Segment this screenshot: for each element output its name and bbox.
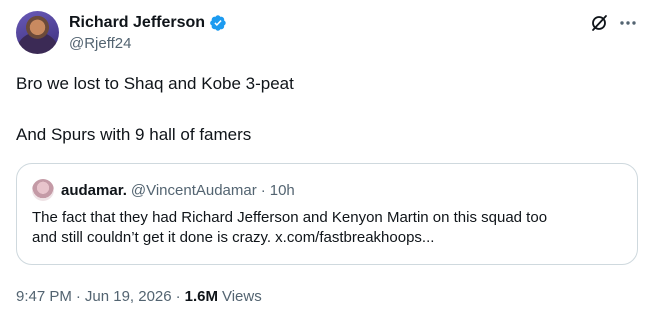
- meta-separator-1: ·: [75, 288, 81, 305]
- views-count[interactable]: 1.6M: [185, 287, 218, 307]
- author-handle[interactable]: @Rjeff24: [69, 34, 131, 54]
- quoted-author-avatar[interactable]: [32, 179, 54, 201]
- views-label: Views: [221, 288, 262, 305]
- grok-icon[interactable]: [589, 13, 609, 33]
- quoted-display-name: audamar.: [61, 181, 127, 199]
- tweet-text-line-2: And Spurs with 9 hall of famers: [16, 125, 252, 144]
- more-icon[interactable]: [618, 13, 638, 33]
- tweet-text-line-1: Bro we lost to Shaq and Kobe 3-peat: [16, 74, 294, 93]
- quoted-text-line-2: and still couldn’t get it done is crazy.…: [32, 229, 435, 246]
- author-name-row: Richard Jefferson: [69, 12, 227, 34]
- meta-separator-2: ·: [175, 288, 181, 305]
- tweet-card: Richard Jefferson @Rjeff24 Bro we lost t…: [0, 0, 655, 312]
- quoted-tweet[interactable]: audamar. @VincentAudamar · 10h The fact …: [16, 163, 638, 265]
- author-display-name[interactable]: Richard Jefferson: [69, 13, 205, 33]
- author-avatar[interactable]: [16, 11, 59, 54]
- tweet-time[interactable]: 9:47 PM: [16, 287, 72, 307]
- quoted-text: The fact that they had Richard Jefferson…: [32, 208, 632, 248]
- tweet-meta: 9:47 PM · Jun 19, 2026 · 1.6M Views: [16, 287, 262, 307]
- tweet-date[interactable]: Jun 19, 2026: [85, 287, 172, 307]
- quoted-text-line-1: The fact that they had Richard Jefferson…: [32, 209, 548, 226]
- quoted-separator: ·: [260, 181, 266, 199]
- quoted-time: 10h: [269, 181, 295, 199]
- quoted-handle: @VincentAudamar: [130, 181, 257, 199]
- verified-badge-icon[interactable]: [209, 14, 227, 32]
- quoted-header: audamar. @VincentAudamar · 10h: [61, 180, 295, 200]
